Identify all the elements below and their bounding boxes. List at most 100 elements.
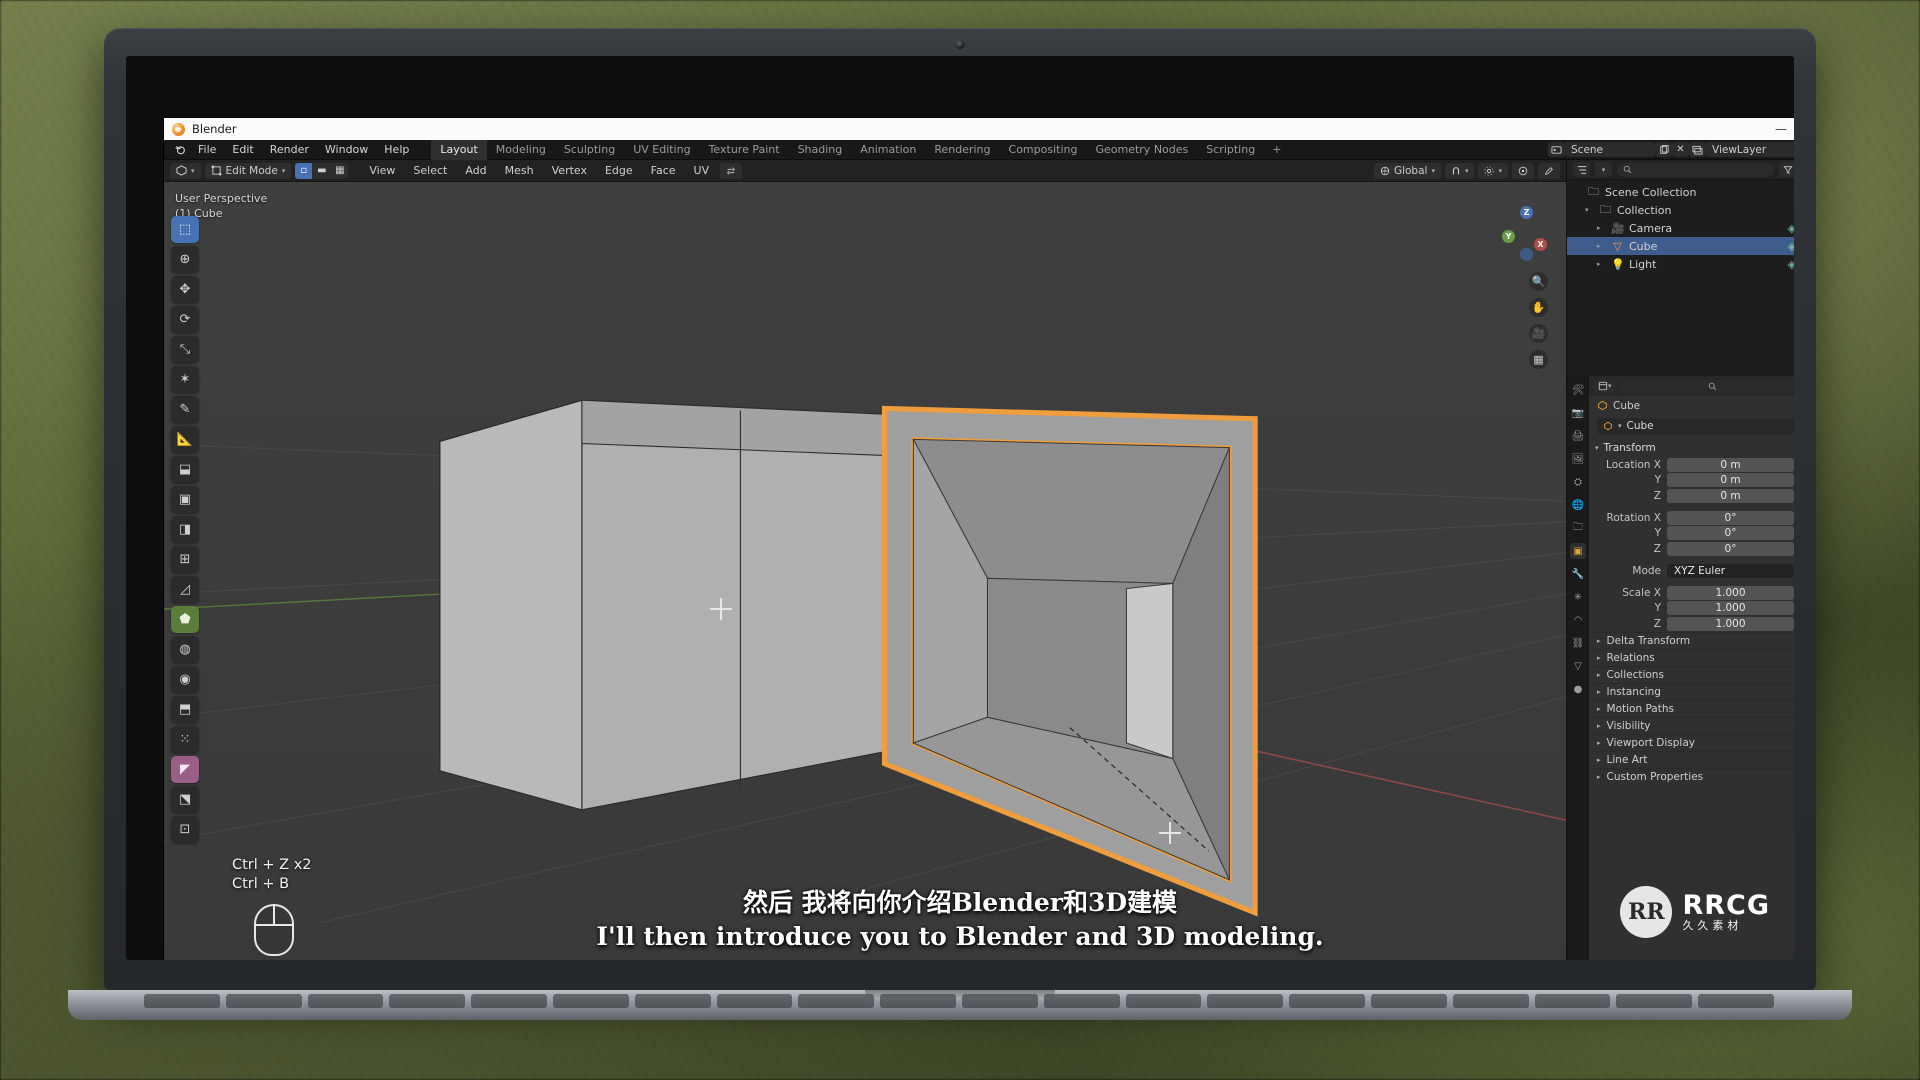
tab-shading[interactable]: Shading [789,140,852,160]
outliner-row-camera[interactable]: ▸ 🎥 Camera ◈ [1567,219,1794,237]
properties-modifiers-tab[interactable]: 🔧 [1570,566,1586,582]
tab-scripting[interactable]: Scripting [1197,140,1264,160]
pivot-point-dropdown[interactable]: ▾ [1478,162,1508,179]
tool-measure[interactable]: 📐 [171,426,199,453]
panel-relations[interactable]: ▸ Relations [1589,649,1794,666]
tool-edge-slide[interactable]: ⬒ [171,696,199,723]
tool-inset-faces[interactable]: ▣ [171,486,199,513]
outliner-search-input[interactable] [1617,162,1774,177]
select-mode-edge[interactable]: ▬ [313,163,330,179]
tool-smooth[interactable]: ◉ [171,666,199,693]
scene-browse-icon[interactable] [1548,142,1565,157]
viewport-menu-mesh[interactable]: Mesh [498,164,541,177]
outliner-expander[interactable]: ▸ [1597,224,1606,232]
outliner-row-cube[interactable]: ▸ ▽ Cube ◈ [1567,237,1794,255]
tool-transform[interactable]: ✶ [171,366,199,393]
transform-panel-title[interactable]: ▾ Transform [1589,439,1794,456]
tab-compositing[interactable]: Compositing [1000,140,1087,160]
outliner-display-mode-button[interactable]: ▾ [1595,162,1612,177]
properties-editor-type-button[interactable]: ▾ [1595,378,1615,394]
gizmo-axis-z[interactable]: Z [1520,206,1533,219]
menu-render[interactable]: Render [262,142,317,158]
menu-window[interactable]: Window [317,142,376,158]
panel-custom-properties[interactable]: ▸ Custom Properties [1589,768,1794,785]
new-scene-button[interactable] [1655,142,1672,157]
tool-loop-cut[interactable]: ⊞ [171,546,199,573]
properties-search-input[interactable] [1619,379,1794,393]
tab-layout[interactable]: Layout [431,139,487,160]
properties-material-tab[interactable]: ● [1570,681,1586,697]
tool-poly-build[interactable]: ⬟ [171,606,199,633]
outliner-expander[interactable]: ▸ [1597,260,1606,268]
camera-data-icon[interactable]: ◈ [1788,222,1794,235]
tool-shear[interactable]: ◤ [171,756,199,783]
zoom-icon[interactable]: 🔍 [1529,272,1548,291]
tool-spin[interactable]: ◍ [171,636,199,663]
tab-texture-paint[interactable]: Texture Paint [700,140,789,160]
tool-bevel[interactable]: ◨ [171,516,199,543]
tool-rip-region[interactable]: ⬔ [171,786,199,813]
add-workspace-button[interactable]: + [1264,143,1289,156]
ortho-persp-icon[interactable]: ▦ [1529,350,1548,369]
transform-row-value[interactable]: 0 m [1667,488,1794,503]
tool-shrink-fatten[interactable]: ⁙ [171,726,199,753]
tab-sculpting[interactable]: Sculpting [555,140,624,160]
view-layer-field[interactable]: ViewLayer [1706,142,1794,157]
outliner-tree[interactable]: 🗀 Scene Collection ▾ 🗀 Collection ▸ 🎥 Camera ◈ ▸ ▽… [1567,180,1794,376]
panel-viewport-display[interactable]: ▸ Viewport Display [1589,734,1794,751]
tab-modeling[interactable]: Modeling [487,140,555,160]
tool-extrude[interactable]: ⬓ [171,456,199,483]
outliner-row-light[interactable]: ▸ 💡 Light ◈ [1567,255,1794,273]
properties-particles-tab[interactable]: ✳ [1570,589,1586,605]
properties-scene-tab[interactable]: ⛭ [1570,474,1586,490]
properties-output-tab[interactable]: 🖨 [1570,428,1586,444]
select-mode-vertex[interactable]: ▫ [295,162,313,179]
properties-constraints-tab[interactable]: ⛓ [1570,635,1586,651]
interaction-mode-dropdown[interactable]: Edit Mode ▾ [204,162,292,179]
panel-motion-paths[interactable]: ▸ Motion Paths [1589,700,1794,717]
proportional-edit-button[interactable] [1512,162,1534,179]
object-name-field[interactable]: ▾ Cube [1597,418,1794,434]
transform-row-value[interactable]: 0 m [1667,457,1794,472]
light-data-icon[interactable]: ◈ [1788,258,1794,271]
remove-scene-button[interactable]: ✕ [1672,142,1689,157]
view-layer-browse-icon[interactable] [1689,142,1706,157]
properties-object-tab[interactable]: ▣ [1570,543,1586,559]
panel-delta-transform[interactable]: ▸ Delta Transform [1589,632,1794,649]
uv-sync-button[interactable] [720,162,743,179]
gizmo-axis-y[interactable]: Y [1502,230,1515,243]
outliner-editor-type-button[interactable] [1573,162,1590,177]
menu-edit[interactable]: Edit [224,142,261,158]
outliner-filter-button[interactable] [1779,162,1794,177]
annotate-dropdown[interactable] [1538,162,1560,179]
tab-rendering[interactable]: Rendering [925,140,999,160]
viewport-menu-add[interactable]: Add [458,164,493,177]
outliner-expander[interactable]: ▸ [1597,242,1606,250]
transform-row-value[interactable]: 0 m [1667,473,1794,487]
panel-line-art[interactable]: ▸ Line Art [1589,751,1794,768]
transform-orientation-dropdown[interactable]: Global ▾ [1373,162,1441,179]
viewport-menu-vertex[interactable]: Vertex [545,164,594,177]
properties-collection-tab[interactable]: 🗀 [1570,520,1586,536]
editor-type-button[interactable]: ▾ [170,162,201,179]
3d-viewport[interactable]: User Perspective (1) Cube ⬚ ⊕ ✥ ⟳ ⤡ ✶ ✎ … [164,182,1566,960]
menu-help[interactable]: Help [376,142,417,158]
tab-animation[interactable]: Animation [851,140,925,160]
tool-annotate[interactable]: ✎ [171,396,199,423]
minimize-button[interactable]: — [1768,122,1794,136]
outliner-row-scene-collection[interactable]: 🗀 Scene Collection [1567,183,1794,201]
transform-row-value[interactable]: 1.000 [1667,585,1794,600]
properties-render-tab[interactable]: 📷 [1570,405,1586,421]
blender-menu-icon[interactable] [170,142,190,158]
panel-instancing[interactable]: ▸ Instancing [1589,683,1794,700]
transform-row-value[interactable]: 1.000 [1667,601,1794,615]
viewport-menu-view[interactable]: View [362,164,402,177]
properties-data-tab[interactable]: ▽ [1570,658,1586,674]
navigation-gizmo[interactable]: Z Y X [1500,206,1552,261]
menu-file[interactable]: File [190,142,224,158]
camera-icon[interactable]: 🎥 [1529,324,1548,343]
tool-tweak-select[interactable]: ⬚ [171,216,199,243]
tool-move[interactable]: ✥ [171,276,199,303]
viewport-menu-uv[interactable]: UV [687,164,717,177]
panel-collections[interactable]: ▸ Collections [1589,666,1794,683]
